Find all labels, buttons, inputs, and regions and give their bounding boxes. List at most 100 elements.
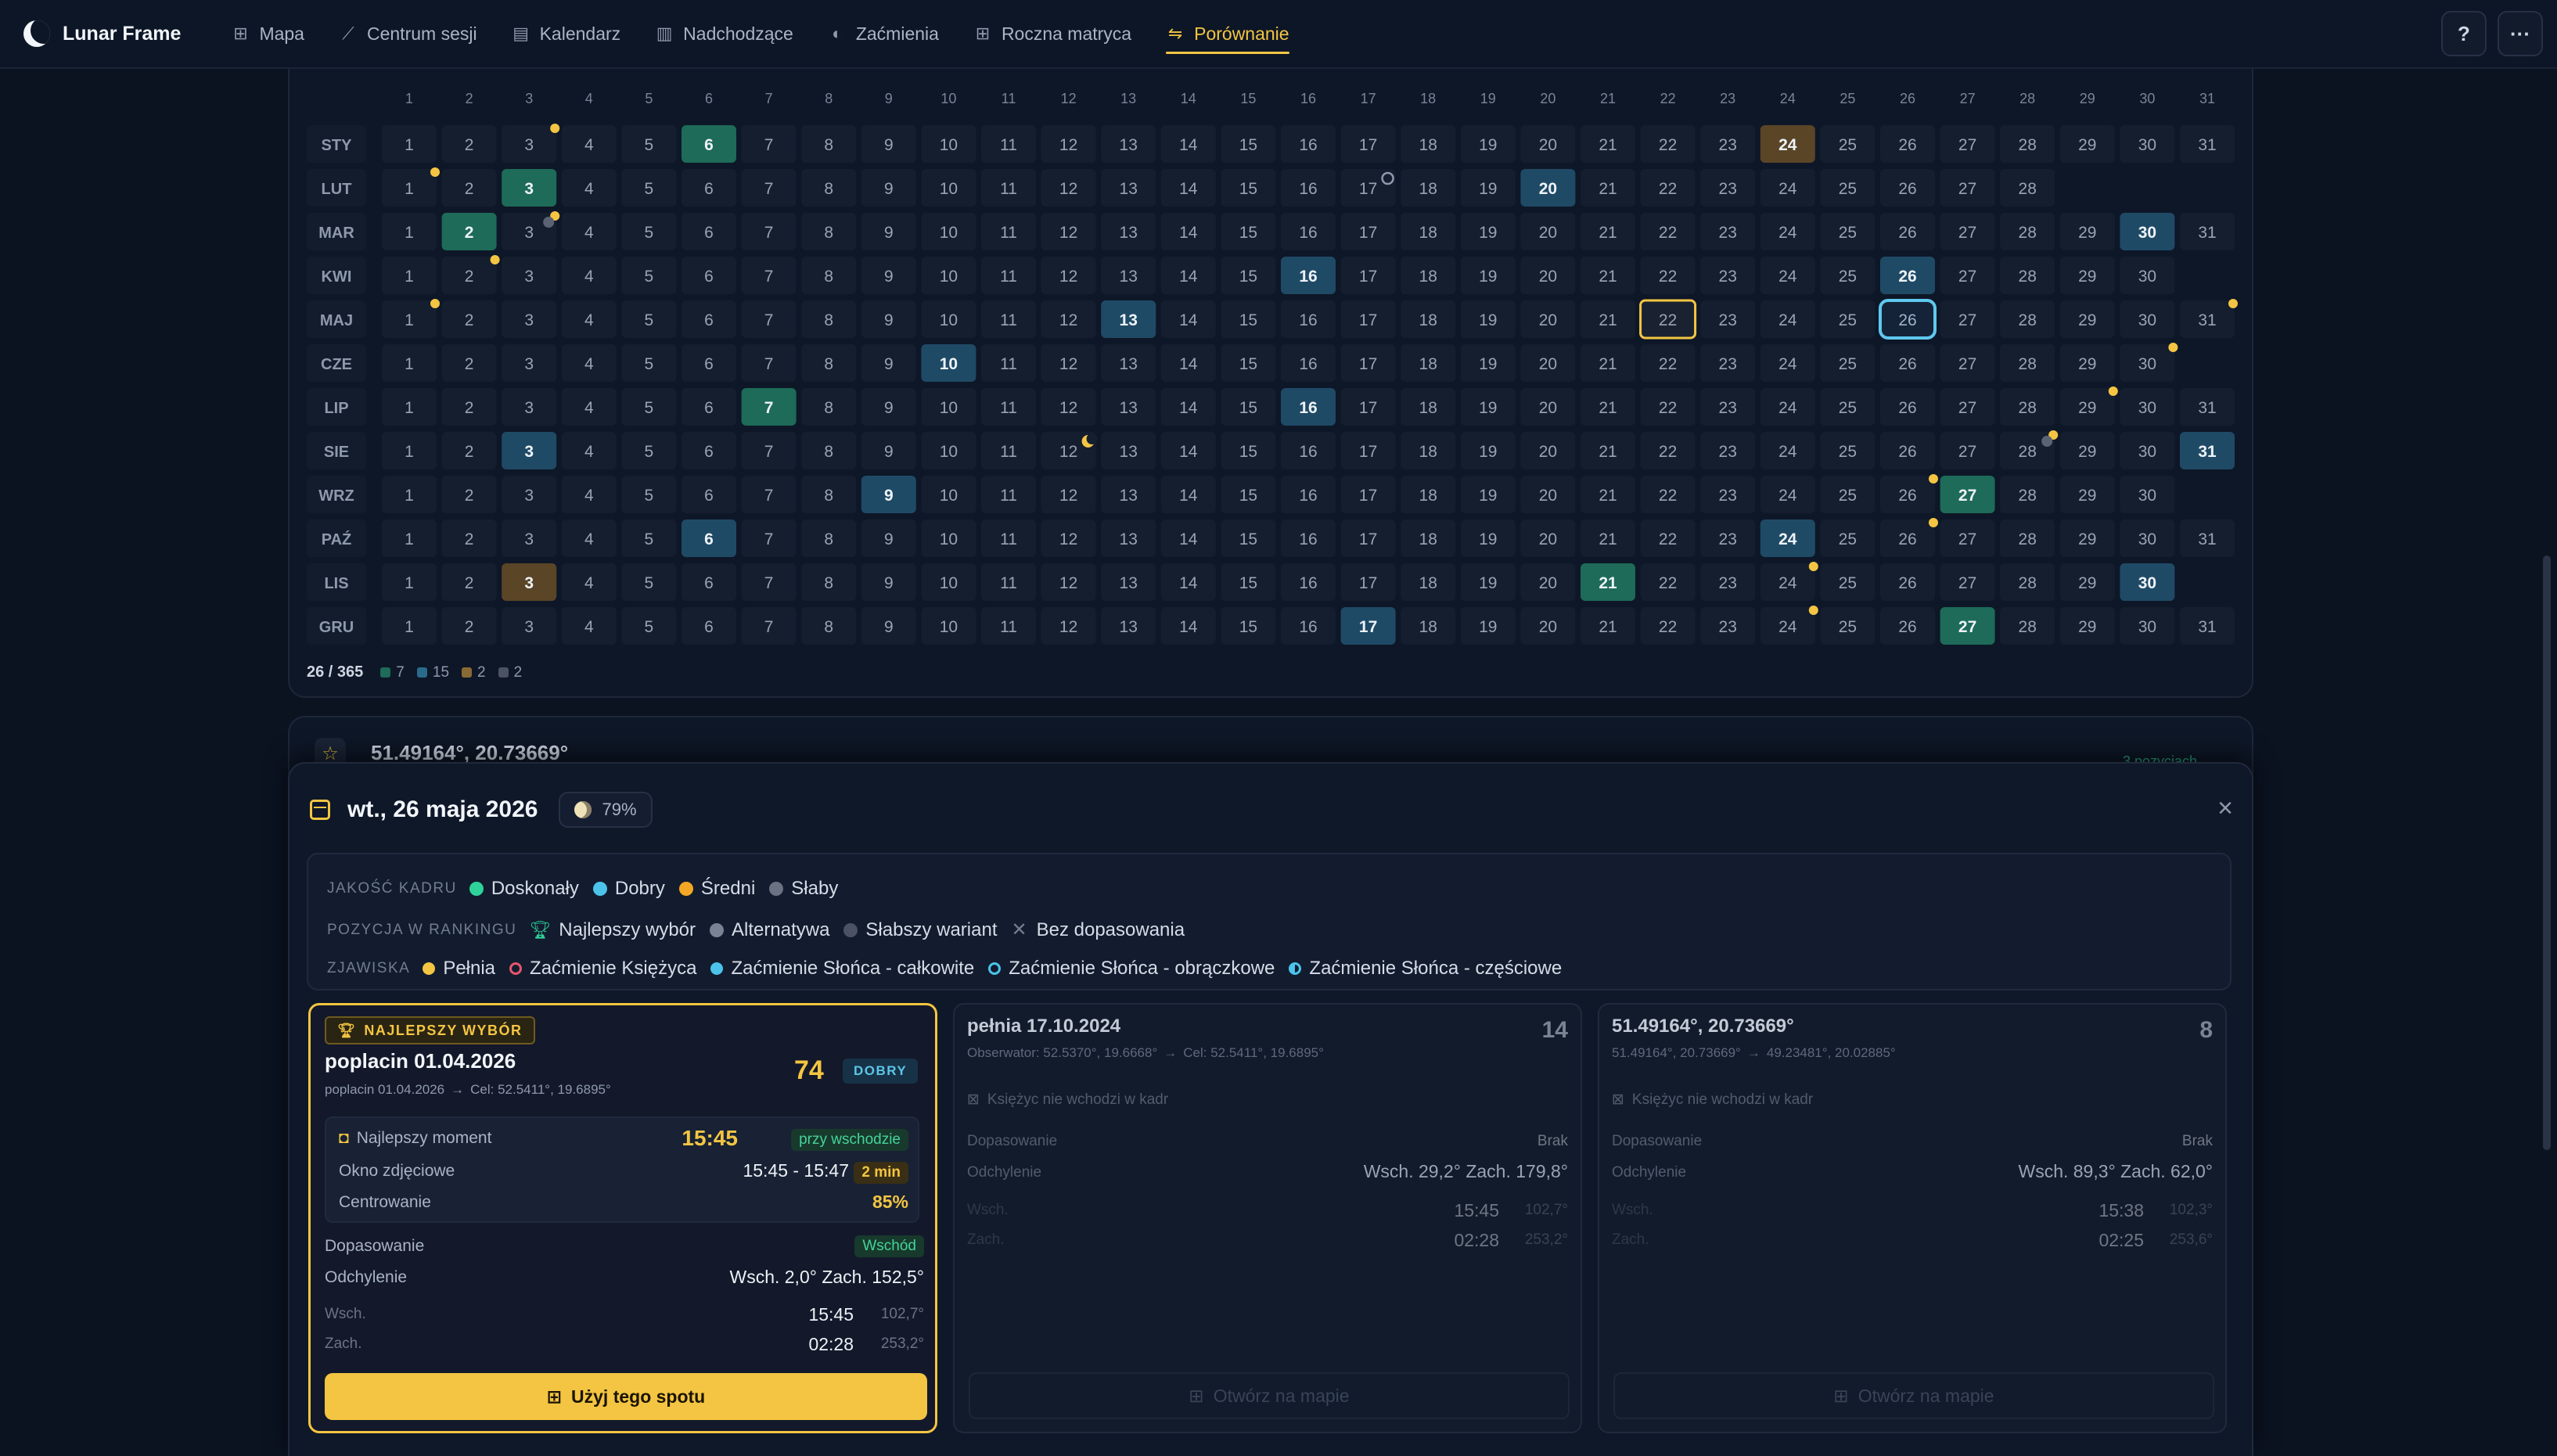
panel-legend: JAKOŚĆ KADRU Doskonały Dobry Średni Słab… xyxy=(307,853,2232,990)
day-number: 24 xyxy=(1778,443,1797,461)
day-number: 11 xyxy=(1000,355,1017,373)
option-card-best[interactable]: 🏆︎ NAJLEPSZY WYBÓR poplacin 01.04.2026 po… xyxy=(308,1003,937,1433)
camera-icon: ◘ xyxy=(339,1129,349,1147)
rise-time: 15:45 xyxy=(808,1304,854,1325)
legend-rank-row: POZYCJA W RANKINGU 🏆︎ Najlepszy wybór Alt… xyxy=(327,919,1185,941)
day-number: 12 xyxy=(1059,136,1077,154)
day-number: 1 xyxy=(405,224,414,242)
nav-mapa[interactable]: ⊞ Mapa xyxy=(231,0,304,68)
arrow-icon: → xyxy=(1746,1045,1760,1060)
full-moon-dot-icon xyxy=(430,299,440,308)
nav-centrum-sesji[interactable]: ⟋ Centrum sesji xyxy=(339,0,477,68)
brand[interactable]: Lunar Frame xyxy=(23,20,181,47)
day-number: 31 xyxy=(2198,443,2217,461)
day-number: 19 xyxy=(1479,399,1497,417)
day-number: 1 xyxy=(405,268,414,286)
day-number: 27 xyxy=(1958,180,1976,198)
legend-phenomena-row: ZJAWISKA Pełnia Zaćmienie Księżyca Zaćmi… xyxy=(327,958,1563,979)
legend-item: Średni xyxy=(678,878,755,900)
day-number: 31 xyxy=(2198,399,2216,417)
day-number: 17 xyxy=(1359,574,1377,592)
day-number: 22 xyxy=(1659,443,1677,461)
day-number: 9 xyxy=(884,268,894,286)
day-header: 12 xyxy=(1061,91,1077,106)
day-number: 13 xyxy=(1120,224,1138,242)
day-header: 18 xyxy=(1420,91,1436,106)
rise-azimuth: 102,7° xyxy=(880,1306,924,1322)
option-subtitle: 51.49164°, 20.73669° → 49.23481°, 20.02885… xyxy=(1612,1045,1896,1060)
option-card-alt-1[interactable]: pełnia 17.10.2024 Obserwator: 52.5370°, … xyxy=(953,1003,1582,1433)
day-number: 1 xyxy=(405,355,414,373)
day-number: 30 xyxy=(2138,268,2156,286)
window-tag: 2 min xyxy=(854,1160,908,1184)
month-label: PAŹ xyxy=(322,530,352,548)
nav-kalendarz[interactable]: ▤ Kalendarz xyxy=(512,0,620,68)
month-label: STY xyxy=(322,137,353,154)
day-number: 8 xyxy=(824,311,833,329)
day-number: 2 xyxy=(465,618,474,636)
no-frame-note: ⊠ Księżyc nie wchodzi w kadr xyxy=(1612,1091,1814,1108)
day-number: 7 xyxy=(764,618,774,636)
deviation-value: Wsch. 89,3° Zach. 62,0° xyxy=(2018,1161,2213,1181)
day-header: 6 xyxy=(705,91,713,106)
day-header: 7 xyxy=(765,91,773,106)
day-number: 13 xyxy=(1120,574,1138,592)
open-on-map-button[interactable]: ⊞ Otwórz na mapie xyxy=(969,1372,1570,1419)
use-spot-button[interactable]: ⊞ Użyj tego spotu xyxy=(325,1373,927,1420)
more-button[interactable]: ··· xyxy=(2498,11,2543,56)
day-header: 22 xyxy=(1660,91,1676,106)
day-number: 4 xyxy=(584,574,594,592)
day-header: 24 xyxy=(1780,91,1796,106)
option-card-alt-2[interactable]: 51.49164°, 20.73669° 51.49164°, 20.73669… xyxy=(1598,1003,2227,1433)
full-moon-dot-icon xyxy=(2228,299,2238,308)
day-number: 15 xyxy=(1239,399,1257,417)
nav-porownanie[interactable]: ⇋ Porównanie xyxy=(1166,0,1290,68)
rise-label: Wsch. xyxy=(1612,1202,1653,1218)
legend-item: ✕ Bez dopasowania xyxy=(1011,919,1185,941)
day-number: 16 xyxy=(1299,443,1317,461)
day-number: 28 xyxy=(2019,355,2037,373)
dot-icon xyxy=(769,882,784,896)
month-label: MAJ xyxy=(320,312,353,329)
day-number: 8 xyxy=(824,136,833,154)
day-number: 17 xyxy=(1359,399,1377,417)
day-number: 2 xyxy=(465,399,474,417)
day-header: 8 xyxy=(825,91,833,106)
close-panel-button[interactable]: × xyxy=(2217,793,2233,824)
open-on-map-button[interactable]: ⊞ Otwórz na mapie xyxy=(1613,1372,2214,1419)
centering-value: 85% xyxy=(872,1192,908,1212)
day-number: 19 xyxy=(1479,136,1497,154)
day-header: 11 xyxy=(1002,91,1016,106)
day-number: 10 xyxy=(940,224,958,242)
day-number: 25 xyxy=(1839,443,1857,461)
top-nav: Lunar Frame ⊞ Mapa ⟋ Centrum sesji ▤ Kalend… xyxy=(0,0,2557,69)
day-number: 12 xyxy=(1059,399,1077,417)
day-number: 14 xyxy=(1179,224,1198,242)
day-number: 29 xyxy=(2078,618,2096,636)
nav-zacmienia[interactable]: ◐ Zaćmienia xyxy=(828,0,939,68)
nav-roczna-matryca[interactable]: ⊞ Roczna matryca xyxy=(973,0,1131,68)
day-number: 3 xyxy=(524,355,534,373)
day-number: 5 xyxy=(645,574,654,592)
day-number: 9 xyxy=(884,574,894,592)
option-score: 14 xyxy=(1541,1017,1568,1043)
day-number: 12 xyxy=(1059,268,1077,286)
day-number: 6 xyxy=(704,136,714,154)
telescope-icon: ⟋ xyxy=(342,23,354,43)
day-number: 21 xyxy=(1599,574,1617,592)
page-scrollbar[interactable] xyxy=(2543,555,2551,1150)
day-number: 29 xyxy=(2078,574,2096,592)
help-button[interactable]: ? xyxy=(2441,11,2487,56)
legend-item: Dobry xyxy=(592,878,665,900)
day-number: 14 xyxy=(1179,530,1198,548)
day-number: 5 xyxy=(645,224,654,242)
day-number: 31 xyxy=(2198,311,2216,329)
full-moon-dot-icon xyxy=(423,962,436,975)
day-number: 17 xyxy=(1359,311,1377,329)
day-number: 20 xyxy=(1539,574,1557,592)
day-number: 25 xyxy=(1839,530,1857,548)
day-number: 31 xyxy=(2198,224,2216,242)
day-header: 4 xyxy=(585,91,593,106)
nav-nadchodzace[interactable]: ▥ Nadchodzące xyxy=(655,0,793,68)
day-number: 15 xyxy=(1239,311,1257,329)
